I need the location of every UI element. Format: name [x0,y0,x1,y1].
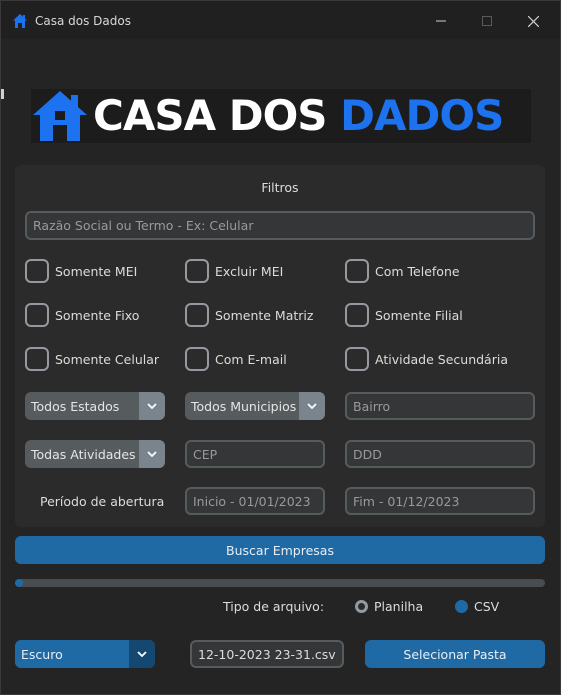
selecionar-pasta-button[interactable]: Selecionar Pasta [365,640,545,668]
fim-input[interactable]: Fim - 01/12/2023 [345,487,535,515]
maximize-button[interactable] [464,9,510,33]
planilha-radio[interactable]: Planilha [355,598,424,614]
csv-label: CSV [474,598,500,614]
close-icon [527,15,539,27]
radio-unselected-icon[interactable] [355,599,368,613]
checkbox-box[interactable] [25,303,49,327]
somente-fixo-checkbox[interactable]: Somente Fixo [25,303,139,327]
planilha-label: Planilha [374,598,424,614]
com-telefone-label: Com Telefone [375,263,460,279]
municipio-select-value: Todos Municipios [191,398,297,414]
house-icon [33,91,87,141]
atividade-select-value: Todas Atividades [31,446,136,462]
atividade-secundaria-label: Atividade Secundária [375,351,508,367]
atividade-select[interactable]: Todas Atividades [25,440,165,468]
maximize-icon [482,16,492,26]
inicio-input[interactable]: Inicio - 01/01/2023 [185,487,325,515]
somente-fixo-label: Somente Fixo [55,307,140,323]
progress-fill [15,579,23,587]
filters-panel: Filtros Razão Social ou Termo - Ex: Celu… [15,165,545,527]
estado-select[interactable]: Todos Estados [25,392,165,420]
title-bar[interactable]: Casa dos Dados [1,1,560,39]
cep-input[interactable]: CEP [185,440,325,468]
window-title: Casa dos Dados [35,14,131,28]
search-input[interactable]: Razão Social ou Termo - Ex: Celular [25,211,535,240]
progress-bar [15,579,545,587]
com-email-label: Com E-mail [215,351,287,367]
theme-select-value: Escuro [21,646,63,662]
logo-text-white: CASA DOS [93,91,341,140]
excluir-mei-checkbox[interactable]: Excluir MEI [185,259,283,283]
com-telefone-checkbox[interactable]: Com Telefone [345,259,460,283]
com-email-checkbox[interactable]: Com E-mail [185,347,287,371]
municipio-select[interactable]: Todos Municipios [185,392,325,420]
file-type-label: Tipo de arquivo: [223,599,325,614]
ddd-input[interactable]: DDD [345,440,535,468]
somente-mei-label: Somente MEI [55,263,138,279]
radio-selected-icon[interactable] [455,599,468,613]
theme-select[interactable]: Escuro [15,640,155,668]
house-icon [13,14,27,28]
filename-field[interactable]: 12-10-2023 23-31.csv [190,640,344,668]
checkbox-box[interactable] [185,303,209,327]
periodo-label: Período de abertura [40,494,165,509]
bairro-input[interactable]: Bairro [345,392,535,420]
logo-text: CASA DOS DADOS [93,91,504,140]
minimize-icon [436,20,446,22]
checkbox-box[interactable] [345,259,369,283]
atividade-secundaria-checkbox[interactable]: Atividade Secundária [345,347,508,371]
estado-select-value: Todos Estados [31,398,120,414]
buscar-empresas-button[interactable]: Buscar Empresas [15,536,545,564]
somente-matriz-checkbox[interactable]: Somente Matriz [185,303,313,327]
close-button[interactable] [510,9,556,33]
brand-logo: CASA DOS DADOS [31,89,531,143]
filters-title: Filtros [261,180,299,195]
somente-celular-checkbox[interactable]: Somente Celular [25,347,159,371]
logo-text-blue: DADOS [340,91,504,140]
somente-filial-label: Somente Filial [375,307,463,323]
somente-matriz-label: Somente Matriz [215,307,314,323]
csv-radio[interactable]: CSV [455,598,500,614]
app-window: Casa dos Dados CASA DOS DADOS Filtros Ra… [0,0,561,695]
checkbox-box[interactable] [345,347,369,371]
chevron-down-icon[interactable] [139,440,165,468]
minimize-button[interactable] [418,9,464,33]
checkbox-box[interactable] [25,347,49,371]
somente-filial-checkbox[interactable]: Somente Filial [345,303,463,327]
checkbox-box[interactable] [25,259,49,283]
excluir-mei-label: Excluir MEI [215,263,284,279]
checkbox-box[interactable] [185,259,209,283]
checkbox-box[interactable] [345,303,369,327]
somente-mei-checkbox[interactable]: Somente MEI [25,259,137,283]
checkbox-box[interactable] [185,347,209,371]
somente-celular-label: Somente Celular [55,351,160,367]
chevron-down-icon[interactable] [129,640,155,668]
chevron-down-icon[interactable] [299,392,325,420]
chevron-down-icon[interactable] [139,392,165,420]
window-edge-mark [1,89,4,99]
